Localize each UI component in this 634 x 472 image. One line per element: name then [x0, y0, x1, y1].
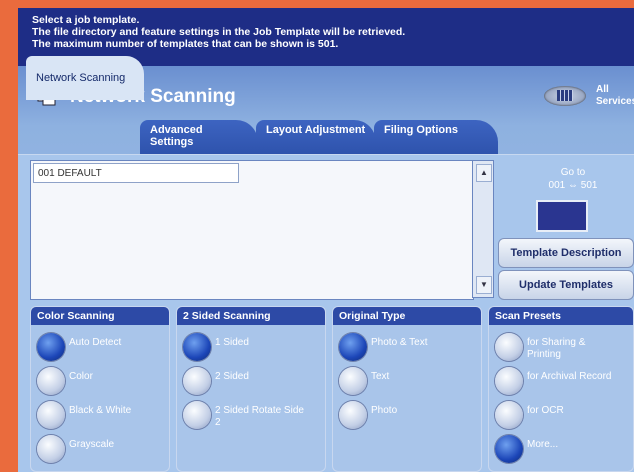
template-description-button[interactable]: Template Description: [498, 238, 634, 268]
radio-selected-icon: [37, 333, 65, 361]
option-label: 2 Sided: [215, 371, 249, 382]
radio-icon: [495, 401, 523, 429]
group-title: Color Scanning: [31, 307, 169, 325]
template-list[interactable]: 001 DEFAULT: [30, 160, 474, 300]
group-title: Original Type: [333, 307, 481, 325]
radio-selected-icon: [339, 333, 367, 361]
group-title: 2 Sided Scanning: [177, 307, 325, 325]
two-sided-scanning-group: 2 Sided Scanning 1 Sided 2 Sided 2 Sided…: [176, 306, 326, 472]
all-services-button[interactable]: All Services: [544, 82, 634, 116]
radio-icon: [495, 367, 523, 395]
radio-icon: [495, 333, 523, 361]
radio-icon: [339, 401, 367, 429]
option-label: for OCR: [527, 405, 564, 416]
radio-selected-icon: [495, 435, 523, 463]
option-label: for Sharing & Printing: [527, 337, 586, 360]
option-label: 1 Sided: [215, 337, 249, 348]
scroll-down-arrow-icon[interactable]: ▼: [476, 276, 492, 294]
message-line: The maximum number of templates that can…: [32, 38, 339, 50]
message-area: Select a job template. The file director…: [32, 14, 405, 50]
template-list-scrollbar[interactable]: ▲ ▼: [472, 160, 494, 298]
update-templates-button[interactable]: Update Templates: [498, 270, 634, 300]
option-label: Auto Detect: [69, 337, 122, 348]
scan-presets-group: Scan Presets for Sharing & Printing for …: [488, 306, 634, 472]
radio-selected-icon: [183, 333, 211, 361]
goto-number-field[interactable]: [536, 200, 588, 232]
option-label: Color: [69, 371, 93, 382]
goto-label: Go to 001 ⇔ 501: [518, 166, 628, 192]
radio-icon: [37, 401, 65, 429]
radio-icon: [339, 367, 367, 395]
option-label: Photo & Text: [371, 337, 428, 348]
original-type-group: Original Type Photo & Text Text Photo: [332, 306, 482, 472]
all-services-icon: [544, 86, 586, 106]
goto-range: 001 ⇔ 501: [548, 180, 598, 191]
group-title: Scan Presets: [489, 307, 633, 325]
option-label: 2 Sided Rotate Side 2: [215, 405, 304, 428]
all-services-label: All Services: [596, 84, 634, 107]
option-label: for Archival Record: [527, 371, 612, 382]
message-line: The file directory and feature settings …: [32, 26, 406, 38]
option-label: Black & White: [69, 405, 132, 416]
option-label: Text: [371, 371, 390, 382]
goto-title: Go to: [560, 167, 586, 178]
radio-icon: [37, 367, 65, 395]
message-line: Select a job template.: [32, 14, 140, 26]
scroll-up-arrow-icon[interactable]: ▲: [476, 164, 492, 182]
color-scanning-group: Color Scanning Auto Detect Color Black &…: [30, 306, 170, 472]
radio-icon: [183, 367, 211, 395]
option-label: Grayscale: [69, 439, 115, 450]
radio-icon: [37, 435, 65, 463]
list-item[interactable]: 001 DEFAULT: [33, 163, 239, 183]
radio-icon: [183, 401, 211, 429]
option-label: Photo: [371, 405, 398, 416]
touch-screen: Select a job template. The file director…: [18, 8, 634, 472]
tab-network-scanning[interactable]: Network Scanning: [26, 56, 144, 100]
option-label: More...: [527, 439, 559, 450]
